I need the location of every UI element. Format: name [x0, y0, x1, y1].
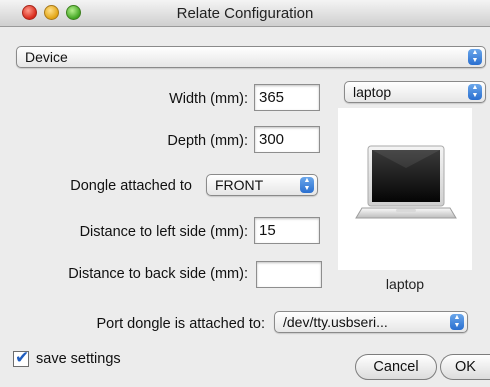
back-distance-label: Distance to back side (mm):	[68, 266, 248, 282]
window-title: Relate Configuration	[176, 5, 314, 22]
laptop-icon	[355, 145, 457, 219]
device-popup-value: Device	[25, 49, 68, 65]
save-settings-checkbox[interactable]: ✔	[13, 348, 30, 367]
save-settings-label: save settings	[36, 351, 121, 367]
updown-arrows-icon: ▲ ▼	[468, 84, 482, 100]
dongle-popup[interactable]: FRONT ▲ ▼	[206, 174, 318, 196]
left-distance-input[interactable]: 15	[254, 217, 320, 244]
updown-arrows-icon: ▲ ▼	[450, 314, 464, 330]
title-bar: Relate Configuration	[0, 0, 490, 27]
depth-input[interactable]: 300	[254, 126, 320, 153]
device-preview-caption: laptop	[385, 276, 425, 292]
width-input[interactable]: 365	[254, 84, 320, 111]
dongle-popup-value: FRONT	[215, 177, 264, 193]
port-label: Port dongle is attached to:	[96, 316, 265, 332]
updown-arrows-icon: ▲ ▼	[468, 49, 482, 65]
updown-arrows-icon: ▲ ▼	[300, 177, 314, 193]
port-popup-value: /dev/tty.usbseri...	[283, 314, 388, 330]
port-popup[interactable]: /dev/tty.usbseri... ▲ ▼	[274, 311, 468, 333]
device-type-popup[interactable]: laptop ▲ ▼	[344, 81, 486, 103]
cancel-button[interactable]: Cancel	[355, 354, 437, 380]
device-preview	[338, 108, 472, 270]
depth-label: Depth (mm):	[167, 133, 248, 149]
back-distance-input[interactable]	[256, 261, 322, 288]
device-type-value: laptop	[353, 84, 392, 100]
device-popup[interactable]: Device ▲ ▼	[16, 46, 486, 68]
width-label: Width (mm):	[169, 91, 248, 107]
dongle-label: Dongle attached to	[70, 178, 192, 194]
checkmark-icon: ✔	[15, 348, 30, 367]
ok-button[interactable]: OK	[440, 354, 490, 380]
left-distance-label: Distance to left side (mm):	[79, 224, 248, 240]
